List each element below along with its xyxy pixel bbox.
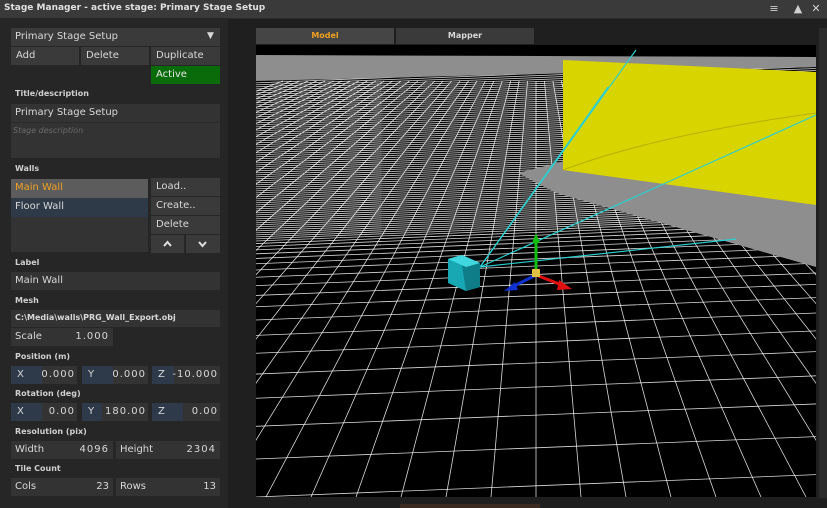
stage-select[interactable]: Primary Stage Setup ▼	[11, 28, 220, 46]
projector-model	[448, 255, 480, 291]
stage-title-value: Primary Stage Setup	[15, 107, 119, 118]
wall-list-item-floor[interactable]: Floor Wall	[11, 198, 148, 217]
rotation-x-label: X	[17, 406, 24, 417]
resolution-width-input[interactable]: Width 4096	[11, 441, 113, 459]
rotation-y-value: 180.00	[105, 406, 146, 417]
chevron-down-icon	[198, 241, 207, 248]
wall-label-value: Main Wall	[15, 275, 63, 286]
tab-model[interactable]: Model	[256, 28, 394, 44]
load-wall-button[interactable]: Load..	[151, 178, 220, 196]
label-section-label: Label	[15, 258, 40, 267]
scale-label: Scale	[15, 331, 42, 342]
move-down-button[interactable]	[186, 235, 220, 253]
stage-properties-panel: Primary Stage Setup ▼ Add Delete Duplica…	[0, 18, 228, 508]
bottom-status-strip	[400, 504, 540, 508]
wall-item-label: Floor Wall	[15, 201, 64, 212]
duplicate-stage-button[interactable]: Duplicate	[151, 47, 220, 65]
stage-description-placeholder: Stage description	[13, 126, 84, 135]
resolution-height-value: 2304	[186, 444, 216, 455]
position-y-value: 0.000	[112, 369, 146, 380]
wall-item-label: Main Wall	[15, 182, 63, 193]
chevron-up-icon	[163, 240, 172, 247]
active-stage-button[interactable]: Active	[151, 66, 220, 84]
position-label: Position (m)	[15, 352, 71, 361]
stage-description-input[interactable]: Stage description	[11, 122, 220, 158]
rotation-x-input[interactable]: X 0.00	[11, 403, 77, 421]
rotation-z-value: 0.00	[191, 406, 218, 417]
rotation-z-input[interactable]: Z 0.00	[152, 403, 220, 421]
rotation-label: Rotation (deg)	[15, 389, 81, 398]
resolution-width-value: 4096	[79, 444, 109, 455]
tile-count-label: Tile Count	[15, 464, 61, 473]
create-wall-button[interactable]: Create..	[151, 197, 220, 215]
window-title: Stage Manager - active stage: Primary St…	[4, 3, 266, 13]
tile-rows-label: Rows	[120, 481, 147, 492]
scale-value: 1.000	[75, 331, 109, 342]
move-up-button[interactable]	[151, 235, 184, 253]
tile-rows-value: 13	[203, 481, 216, 492]
mesh-path-value: C:\Media\walls\PRG_Wall_Export.obj	[15, 313, 176, 322]
mesh-label: Mesh	[15, 296, 39, 305]
position-x-input[interactable]: X 0.000	[11, 366, 77, 384]
wall-label-input[interactable]: Main Wall	[11, 272, 220, 290]
add-stage-button[interactable]: Add	[11, 47, 79, 65]
position-z-value: -10.000	[172, 369, 218, 380]
delete-wall-button[interactable]: Delete	[151, 216, 220, 234]
delete-stage-button[interactable]: Delete	[81, 47, 149, 65]
title-description-label: Title/description	[15, 89, 89, 98]
rotation-z-label: Z	[158, 406, 165, 417]
position-x-label: X	[17, 369, 24, 380]
vertical-scrollbar[interactable]	[819, 28, 827, 498]
position-y-label: Y	[88, 369, 95, 380]
tile-cols-input[interactable]: Cols 23	[11, 478, 113, 496]
position-z-input[interactable]: Z -10.000	[152, 366, 220, 384]
resolution-label: Resolution (pix)	[15, 427, 87, 436]
position-x-value: 0.000	[41, 369, 75, 380]
position-z-label: Z	[158, 369, 165, 380]
rotation-x-value: 0.00	[48, 406, 75, 417]
tab-mapper[interactable]: Mapper	[396, 28, 534, 44]
resolution-width-label: Width	[15, 444, 45, 455]
chevron-down-icon: ▼	[207, 31, 214, 41]
tile-cols-label: Cols	[15, 481, 37, 492]
collapse-icon[interactable]: ▲	[790, 1, 806, 17]
close-icon[interactable]: ✕	[808, 1, 824, 17]
tile-rows-input[interactable]: Rows 13	[116, 478, 220, 496]
scale-input[interactable]: Scale 1.000	[11, 328, 113, 346]
model-viewport[interactable]	[256, 45, 816, 497]
walls-label: Walls	[15, 164, 40, 173]
stage-title-input[interactable]: Primary Stage Setup	[11, 104, 220, 122]
resolution-height-label: Height	[120, 444, 154, 455]
rotation-y-input[interactable]: Y 180.00	[82, 403, 148, 421]
mesh-path-field[interactable]: C:\Media\walls\PRG_Wall_Export.obj	[11, 310, 220, 327]
stage-select-value: Primary Stage Setup	[15, 31, 119, 42]
title-bar: Stage Manager - active stage: Primary St…	[0, 0, 827, 19]
walls-list: Main Wall Floor Wall	[11, 179, 148, 252]
stage-3d-scene	[256, 49, 816, 497]
rotation-y-label: Y	[88, 406, 95, 417]
wall-list-item-main[interactable]: Main Wall	[11, 179, 148, 198]
menu-icon[interactable]: ≡	[766, 1, 782, 17]
position-y-input[interactable]: Y 0.000	[82, 366, 148, 384]
resolution-height-input[interactable]: Height 2304	[116, 441, 220, 459]
tile-cols-value: 23	[96, 481, 109, 492]
